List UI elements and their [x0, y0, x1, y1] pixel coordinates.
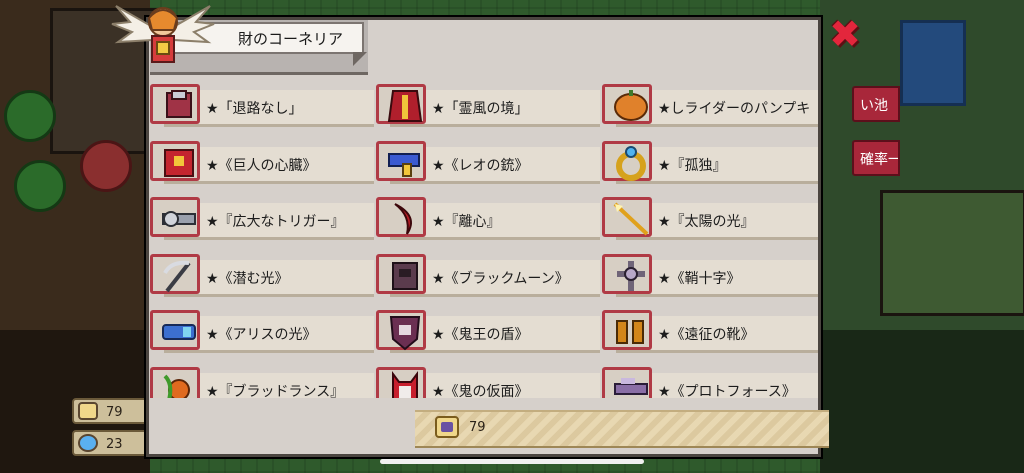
item-icon-frame — [376, 310, 426, 351]
list-item[interactable]: ★「霊風の境」 — [376, 78, 600, 128]
list-item[interactable]: ★《鬼王の盾》 — [376, 304, 600, 354]
right-building — [880, 190, 1024, 316]
item-icon-frame — [150, 141, 200, 181]
water-pool — [900, 20, 966, 106]
item-label: ★《潜む光》 — [206, 271, 289, 287]
item-icon-frame — [602, 310, 652, 350]
home-indicator[interactable] — [380, 459, 644, 464]
list-item[interactable]: ★《レオの銃》 — [376, 135, 600, 185]
item-icon-frame — [376, 197, 426, 237]
list-item[interactable]: ★《アリスの光》 — [150, 304, 374, 354]
item-label: ★《プロトフォース》 — [658, 384, 796, 398]
item-label: ★《巨人の心臓》 — [206, 158, 317, 174]
gun-icon — [388, 153, 420, 177]
coin-icon — [78, 402, 98, 420]
spear-icon — [613, 202, 649, 236]
item-icon-frame — [150, 367, 200, 398]
boots-icon — [616, 320, 644, 344]
list-item[interactable]: ★しライダーのパンプキ — [602, 78, 818, 128]
scythe-icon — [163, 260, 191, 293]
footer-value: 79 — [469, 420, 486, 435]
shadow-area — [820, 330, 1024, 473]
armor-icon — [166, 90, 192, 118]
side-tab-probability-list[interactable]: 確率一覧 — [852, 140, 900, 176]
item-label: ★『ブラッドランス』 — [206, 384, 345, 398]
item-icon-frame — [150, 84, 200, 124]
item-icon-frame — [602, 254, 652, 294]
list-item[interactable]: ★《プロトフォース》 — [602, 361, 818, 398]
item-icon-frame — [376, 84, 426, 124]
vine-lance-icon — [163, 374, 190, 398]
item-icon-frame — [150, 197, 200, 237]
list-item[interactable]: ★『離心』 — [376, 191, 600, 241]
ring-icon — [616, 146, 646, 181]
list-item[interactable]: ★『広大なトリガー』 — [150, 191, 374, 241]
item-label: ★《ブラックムーン》 — [432, 271, 569, 287]
item-label: ★しライダーのパンプキ — [658, 101, 811, 117]
item-label: ★《鬼の仮面》 — [432, 384, 529, 398]
item-icon-frame — [376, 141, 426, 181]
tree — [14, 160, 66, 212]
list-item[interactable]: ★《鞘十字》 — [602, 248, 818, 298]
footer-counter: 79 — [415, 410, 829, 448]
item-list: ★「退路なし」 ★《巨人の心臓》 ★『広大なトリガー』 ★《潜む光》 ★《アリス… — [150, 78, 818, 398]
coin-icon — [435, 416, 459, 438]
item-label: ★《アリスの光》 — [206, 327, 317, 343]
coin-value: 79 — [106, 405, 123, 420]
blade-icon — [394, 203, 412, 235]
item-icon-frame — [150, 254, 200, 294]
item-label: ★『離心』 — [432, 214, 501, 230]
list-item[interactable]: ★『孤独』 — [602, 135, 818, 185]
item-label: ★《レオの銃》 — [432, 158, 529, 174]
item-icon-frame — [602, 84, 652, 124]
item-icon-frame — [602, 367, 652, 398]
list-item[interactable]: ★《鬼の仮面》 — [376, 361, 600, 398]
cannon-icon — [162, 211, 196, 227]
gem-value: 23 — [106, 437, 123, 452]
close-button[interactable]: ✖ — [826, 15, 864, 53]
rifle-icon — [614, 378, 648, 395]
list-item[interactable]: ★「退路なし」 — [150, 78, 374, 128]
page-title: 財のコーネリア — [238, 30, 344, 48]
item-icon-frame — [602, 197, 652, 237]
list-item[interactable]: ★『太陽の光』 — [602, 191, 818, 241]
item-label: ★《鬼王の盾》 — [432, 327, 529, 343]
dark-block-icon — [392, 262, 418, 290]
cornelia-avatar — [111, 5, 215, 63]
side-tab-pond[interactable]: い池 — [852, 86, 900, 122]
item-icon-frame — [376, 254, 426, 294]
mask-icon — [392, 371, 418, 398]
list-item[interactable]: ★《巨人の心臓》 — [150, 135, 374, 185]
item-label: ★『孤独』 — [658, 158, 727, 174]
item-label: ★《鞘十字》 — [658, 271, 741, 287]
item-label: ★「霊風の境」 — [432, 101, 529, 117]
item-label: ★「退路なし」 — [206, 101, 303, 117]
item-label: ★『太陽の光』 — [658, 214, 755, 230]
cross-icon — [617, 261, 645, 291]
item-icon-frame — [376, 367, 426, 398]
list-item[interactable]: ★《ブラックムーン》 — [376, 248, 600, 298]
shield-icon — [389, 316, 421, 351]
pumpkin-icon — [614, 90, 648, 121]
banner-fold — [353, 52, 367, 66]
blaster-icon — [162, 324, 196, 340]
heart-armor-icon — [164, 149, 194, 177]
list-item[interactable]: ★《遠征の靴》 — [602, 304, 818, 354]
robe-icon — [387, 90, 423, 122]
list-item[interactable]: ★《潜む光》 — [150, 248, 374, 298]
tree — [4, 90, 56, 142]
list-item[interactable]: ★『ブラッドランス』 — [150, 361, 374, 398]
item-label: ★『広大なトリガー』 — [206, 214, 345, 230]
item-label: ★《遠征の靴》 — [658, 327, 755, 343]
gem-icon — [78, 434, 98, 452]
item-icon-frame — [602, 141, 652, 181]
item-icon-frame — [150, 310, 200, 350]
tree — [80, 140, 132, 192]
